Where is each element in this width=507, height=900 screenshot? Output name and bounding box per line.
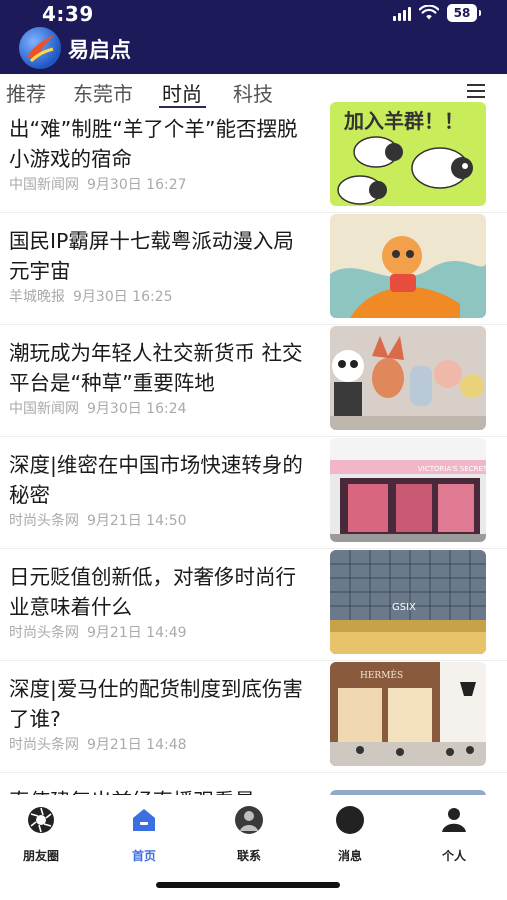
news-item[interactable]: 日元贬值创新低，对奢侈时尚行业意味着什么 时尚头条网 9月21日 14:49 GS… [0, 548, 507, 661]
news-thumbnail-store: VICTORIA'S SECRET [330, 438, 486, 542]
battery-icon: 58 [447, 4, 481, 22]
home-indicator [156, 882, 340, 888]
contact-avatar-icon [235, 806, 263, 834]
news-item[interactable]: 国民IP霸屏十七载粤派动漫入局元宇宙 羊城晚报 9月30日 16:25 [0, 212, 507, 325]
news-item[interactable]: 潮玩成为年轻人社交新货币 社交平台是“种草”重要阵地 中国新闻网 9月30日 16… [0, 324, 507, 437]
person-icon [442, 808, 466, 832]
news-meta: 时尚头条网 9月21日 14:49 [9, 622, 187, 642]
news-time: 9月30日 16:25 [73, 289, 173, 305]
thumbnail-caption: 加入羊群！！ [343, 109, 464, 133]
nav-contacts[interactable]: 联系 [209, 805, 289, 864]
wifi-icon [419, 5, 439, 20]
nav-label: 个人 [441, 849, 466, 863]
news-item[interactable]: 出“难”制胜“羊了个羊”能否摆脱小游戏的宿命 中国新闻网 9月30日 16:27 … [0, 100, 507, 213]
nav-messages[interactable]: 消息 [310, 805, 390, 864]
signal-icon [393, 5, 411, 21]
news-time: 9月30日 16:27 [87, 177, 187, 193]
menu-icon[interactable] [467, 84, 485, 98]
news-meta: 时尚头条网 9月21日 14:50 [9, 510, 187, 530]
news-time: 9月21日 14:49 [87, 625, 187, 641]
news-source: 时尚头条网 [9, 625, 79, 641]
thumbnail-caption: GSIX [392, 602, 416, 613]
news-title: 深度|维密在中国市场快速转身的秘密 [9, 453, 303, 507]
status-time: 4:39 [42, 2, 94, 26]
news-time: 9月30日 16:24 [87, 401, 187, 417]
thumbnail-caption: VICTORIA'S SECRET [418, 465, 486, 473]
news-meta: 中国新闻网 9月30日 16:24 [9, 398, 187, 418]
news-meta: 时尚头条网 9月21日 14:48 [9, 734, 187, 754]
news-title: 出“难”制胜“羊了个羊”能否摆脱小游戏的宿命 [9, 117, 298, 171]
news-thumbnail-cartoon [330, 214, 486, 318]
nav-home[interactable]: 首页 [104, 805, 184, 864]
nav-moments[interactable]: 朋友圈 [1, 805, 81, 864]
news-source: 中国新闻网 [9, 177, 79, 193]
nav-label: 联系 [236, 849, 261, 863]
nav-label: 消息 [337, 849, 362, 863]
news-source: 羊城晚报 [9, 289, 65, 305]
camera-shutter-icon [28, 807, 54, 833]
message-icon [336, 806, 364, 834]
news-thumbnail-hermes: HERMÈS [330, 662, 486, 766]
news-source: 时尚头条网 [9, 513, 79, 529]
news-time: 9月21日 14:48 [87, 737, 187, 753]
news-source: 中国新闻网 [9, 401, 79, 417]
news-source: 时尚头条网 [9, 737, 79, 753]
app-header: 4:39 58 易启点 [0, 0, 507, 74]
app-name: 易启点 [68, 38, 131, 62]
news-title: 日元贬值创新低，对奢侈时尚行业意味着什么 [9, 565, 296, 619]
news-thumbnail-sheep-game: 加入羊群！！ [330, 102, 486, 206]
news-item[interactable]: 深度|维密在中国市场快速转身的秘密 时尚头条网 9月21日 14:50 VICTO… [0, 436, 507, 549]
status-icons: 58 [393, 4, 481, 22]
news-title: 深度|爱马仕的配货制度到底伤害了谁? [9, 677, 303, 731]
news-meta: 中国新闻网 9月30日 16:27 [9, 174, 187, 194]
news-title: 潮玩成为年轻人社交新货币 社交平台是“种草”重要阵地 [9, 341, 303, 395]
app-logo [19, 27, 61, 69]
thumbnail-caption: HERMÈS [360, 669, 403, 681]
news-time: 9月21日 14:50 [87, 513, 187, 529]
home-icon [133, 809, 155, 831]
news-thumbnail-building: GSIX [330, 550, 486, 654]
nav-label: 首页 [131, 849, 156, 863]
news-title: 国民IP霸屏十七载粤派动漫入局元宇宙 [9, 229, 294, 283]
news-meta: 羊城晚报 9月30日 16:25 [9, 286, 173, 306]
nav-label: 朋友圈 [22, 849, 59, 863]
news-item[interactable]: 深度|爱马仕的配货制度到底伤害了谁? 时尚头条网 9月21日 14:48 HERM… [0, 660, 507, 773]
nav-profile[interactable]: 个人 [414, 805, 494, 864]
news-thumbnail-toys [330, 326, 486, 430]
